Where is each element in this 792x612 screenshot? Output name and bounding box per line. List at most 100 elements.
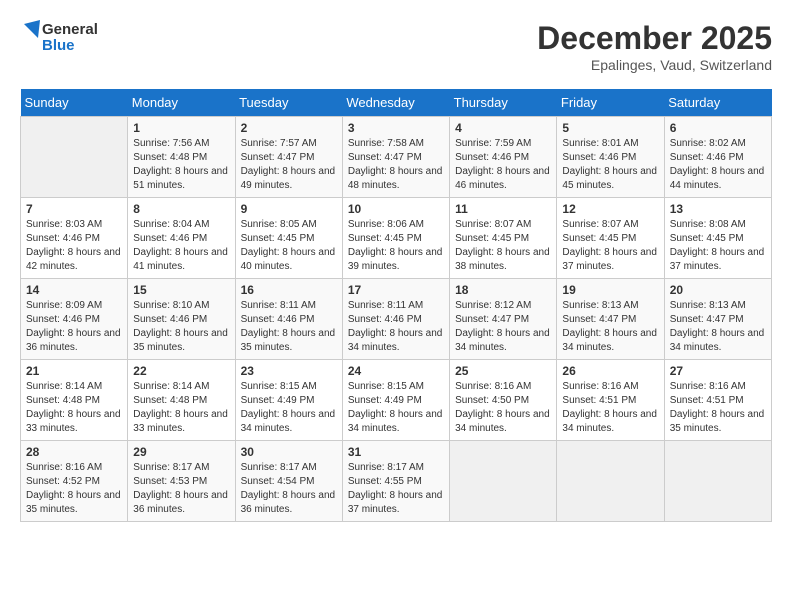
day-number: 14: [26, 283, 122, 297]
calendar-cell: 31 Sunrise: 8:17 AMSunset: 4:55 PMDaylig…: [342, 441, 449, 522]
day-number: 26: [562, 364, 658, 378]
logo: General Blue: [20, 20, 98, 56]
weekday-header-saturday: Saturday: [664, 89, 771, 117]
calendar-week-5: 28 Sunrise: 8:16 AMSunset: 4:52 PMDaylig…: [21, 441, 772, 522]
day-info: Sunrise: 7:56 AMSunset: 4:48 PMDaylight:…: [133, 138, 228, 191]
day-info: Sunrise: 8:14 AMSunset: 4:48 PMDaylight:…: [26, 381, 121, 434]
day-info: Sunrise: 7:57 AMSunset: 4:47 PMDaylight:…: [241, 138, 336, 191]
day-info: Sunrise: 8:03 AMSunset: 4:46 PMDaylight:…: [26, 219, 121, 272]
day-info: Sunrise: 8:07 AMSunset: 4:45 PMDaylight:…: [562, 219, 657, 272]
weekday-header-sunday: Sunday: [21, 89, 128, 117]
title-block: December 2025 Epalinges, Vaud, Switzerla…: [537, 20, 772, 73]
day-number: 4: [455, 121, 551, 135]
calendar-cell: 28 Sunrise: 8:16 AMSunset: 4:52 PMDaylig…: [21, 441, 128, 522]
calendar-cell: 18 Sunrise: 8:12 AMSunset: 4:47 PMDaylig…: [450, 279, 557, 360]
day-info: Sunrise: 8:16 AMSunset: 4:50 PMDaylight:…: [455, 381, 550, 434]
calendar-cell: 8 Sunrise: 8:04 AMSunset: 4:46 PMDayligh…: [128, 198, 235, 279]
logo-general: General: [42, 22, 98, 39]
calendar-cell: 14 Sunrise: 8:09 AMSunset: 4:46 PMDaylig…: [21, 279, 128, 360]
calendar-cell: 7 Sunrise: 8:03 AMSunset: 4:46 PMDayligh…: [21, 198, 128, 279]
day-number: 3: [348, 121, 444, 135]
day-info: Sunrise: 8:11 AMSunset: 4:46 PMDaylight:…: [348, 300, 443, 353]
day-info: Sunrise: 8:13 AMSunset: 4:47 PMDaylight:…: [562, 300, 657, 353]
day-number: 22: [133, 364, 229, 378]
calendar-cell: 19 Sunrise: 8:13 AMSunset: 4:47 PMDaylig…: [557, 279, 664, 360]
day-info: Sunrise: 8:08 AMSunset: 4:45 PMDaylight:…: [670, 219, 765, 272]
calendar-cell: 12 Sunrise: 8:07 AMSunset: 4:45 PMDaylig…: [557, 198, 664, 279]
day-info: Sunrise: 7:58 AMSunset: 4:47 PMDaylight:…: [348, 138, 443, 191]
calendar-cell: 25 Sunrise: 8:16 AMSunset: 4:50 PMDaylig…: [450, 360, 557, 441]
calendar-week-2: 7 Sunrise: 8:03 AMSunset: 4:46 PMDayligh…: [21, 198, 772, 279]
day-info: Sunrise: 8:05 AMSunset: 4:45 PMDaylight:…: [241, 219, 336, 272]
weekday-header-friday: Friday: [557, 89, 664, 117]
day-number: 30: [241, 445, 337, 459]
day-number: 11: [455, 202, 551, 216]
calendar-cell: 9 Sunrise: 8:05 AMSunset: 4:45 PMDayligh…: [235, 198, 342, 279]
calendar-cell: 2 Sunrise: 7:57 AMSunset: 4:47 PMDayligh…: [235, 117, 342, 198]
day-info: Sunrise: 8:16 AMSunset: 4:52 PMDaylight:…: [26, 462, 121, 515]
weekday-header-monday: Monday: [128, 89, 235, 117]
calendar-cell: 27 Sunrise: 8:16 AMSunset: 4:51 PMDaylig…: [664, 360, 771, 441]
page-header: General Blue December 2025 Epalinges, Va…: [20, 20, 772, 73]
calendar-week-1: 1 Sunrise: 7:56 AMSunset: 4:48 PMDayligh…: [21, 117, 772, 198]
day-info: Sunrise: 8:16 AMSunset: 4:51 PMDaylight:…: [562, 381, 657, 434]
weekday-header-thursday: Thursday: [450, 89, 557, 117]
day-info: Sunrise: 8:14 AMSunset: 4:48 PMDaylight:…: [133, 381, 228, 434]
day-info: Sunrise: 8:15 AMSunset: 4:49 PMDaylight:…: [348, 381, 443, 434]
day-info: Sunrise: 8:07 AMSunset: 4:45 PMDaylight:…: [455, 219, 550, 272]
calendar-cell: [21, 117, 128, 198]
day-info: Sunrise: 8:10 AMSunset: 4:46 PMDaylight:…: [133, 300, 228, 353]
day-number: 9: [241, 202, 337, 216]
day-info: Sunrise: 8:15 AMSunset: 4:49 PMDaylight:…: [241, 381, 336, 434]
calendar-cell: 11 Sunrise: 8:07 AMSunset: 4:45 PMDaylig…: [450, 198, 557, 279]
calendar-cell: [450, 441, 557, 522]
calendar-cell: 22 Sunrise: 8:14 AMSunset: 4:48 PMDaylig…: [128, 360, 235, 441]
calendar-week-4: 21 Sunrise: 8:14 AMSunset: 4:48 PMDaylig…: [21, 360, 772, 441]
day-number: 20: [670, 283, 766, 297]
day-number: 15: [133, 283, 229, 297]
day-number: 7: [26, 202, 122, 216]
calendar-cell: 16 Sunrise: 8:11 AMSunset: 4:46 PMDaylig…: [235, 279, 342, 360]
day-info: Sunrise: 8:17 AMSunset: 4:55 PMDaylight:…: [348, 462, 443, 515]
logo-triangle-icon: [20, 20, 40, 56]
calendar-cell: 23 Sunrise: 8:15 AMSunset: 4:49 PMDaylig…: [235, 360, 342, 441]
day-number: 29: [133, 445, 229, 459]
calendar-cell: 1 Sunrise: 7:56 AMSunset: 4:48 PMDayligh…: [128, 117, 235, 198]
day-number: 12: [562, 202, 658, 216]
day-number: 23: [241, 364, 337, 378]
calendar-cell: 30 Sunrise: 8:17 AMSunset: 4:54 PMDaylig…: [235, 441, 342, 522]
day-info: Sunrise: 8:09 AMSunset: 4:46 PMDaylight:…: [26, 300, 121, 353]
day-info: Sunrise: 8:16 AMSunset: 4:51 PMDaylight:…: [670, 381, 765, 434]
calendar-cell: 4 Sunrise: 7:59 AMSunset: 4:46 PMDayligh…: [450, 117, 557, 198]
logo-blue: Blue: [42, 38, 98, 55]
day-info: Sunrise: 8:04 AMSunset: 4:46 PMDaylight:…: [133, 219, 228, 272]
day-info: Sunrise: 8:17 AMSunset: 4:54 PMDaylight:…: [241, 462, 336, 515]
calendar-cell: 3 Sunrise: 7:58 AMSunset: 4:47 PMDayligh…: [342, 117, 449, 198]
day-number: 25: [455, 364, 551, 378]
calendar-cell: 13 Sunrise: 8:08 AMSunset: 4:45 PMDaylig…: [664, 198, 771, 279]
weekday-header-tuesday: Tuesday: [235, 89, 342, 117]
calendar-week-3: 14 Sunrise: 8:09 AMSunset: 4:46 PMDaylig…: [21, 279, 772, 360]
day-info: Sunrise: 7:59 AMSunset: 4:46 PMDaylight:…: [455, 138, 550, 191]
day-number: 27: [670, 364, 766, 378]
day-number: 17: [348, 283, 444, 297]
day-info: Sunrise: 8:12 AMSunset: 4:47 PMDaylight:…: [455, 300, 550, 353]
day-number: 18: [455, 283, 551, 297]
calendar-cell: 15 Sunrise: 8:10 AMSunset: 4:46 PMDaylig…: [128, 279, 235, 360]
day-info: Sunrise: 8:13 AMSunset: 4:47 PMDaylight:…: [670, 300, 765, 353]
day-info: Sunrise: 8:17 AMSunset: 4:53 PMDaylight:…: [133, 462, 228, 515]
day-number: 16: [241, 283, 337, 297]
day-number: 6: [670, 121, 766, 135]
day-info: Sunrise: 8:11 AMSunset: 4:46 PMDaylight:…: [241, 300, 336, 353]
calendar-cell: 29 Sunrise: 8:17 AMSunset: 4:53 PMDaylig…: [128, 441, 235, 522]
day-number: 5: [562, 121, 658, 135]
day-number: 28: [26, 445, 122, 459]
calendar-cell: 17 Sunrise: 8:11 AMSunset: 4:46 PMDaylig…: [342, 279, 449, 360]
calendar-table: SundayMondayTuesdayWednesdayThursdayFrid…: [20, 89, 772, 522]
calendar-cell: 6 Sunrise: 8:02 AMSunset: 4:46 PMDayligh…: [664, 117, 771, 198]
calendar-cell: 5 Sunrise: 8:01 AMSunset: 4:46 PMDayligh…: [557, 117, 664, 198]
calendar-cell: 10 Sunrise: 8:06 AMSunset: 4:45 PMDaylig…: [342, 198, 449, 279]
day-number: 1: [133, 121, 229, 135]
weekday-header-wednesday: Wednesday: [342, 89, 449, 117]
day-info: Sunrise: 8:06 AMSunset: 4:45 PMDaylight:…: [348, 219, 443, 272]
